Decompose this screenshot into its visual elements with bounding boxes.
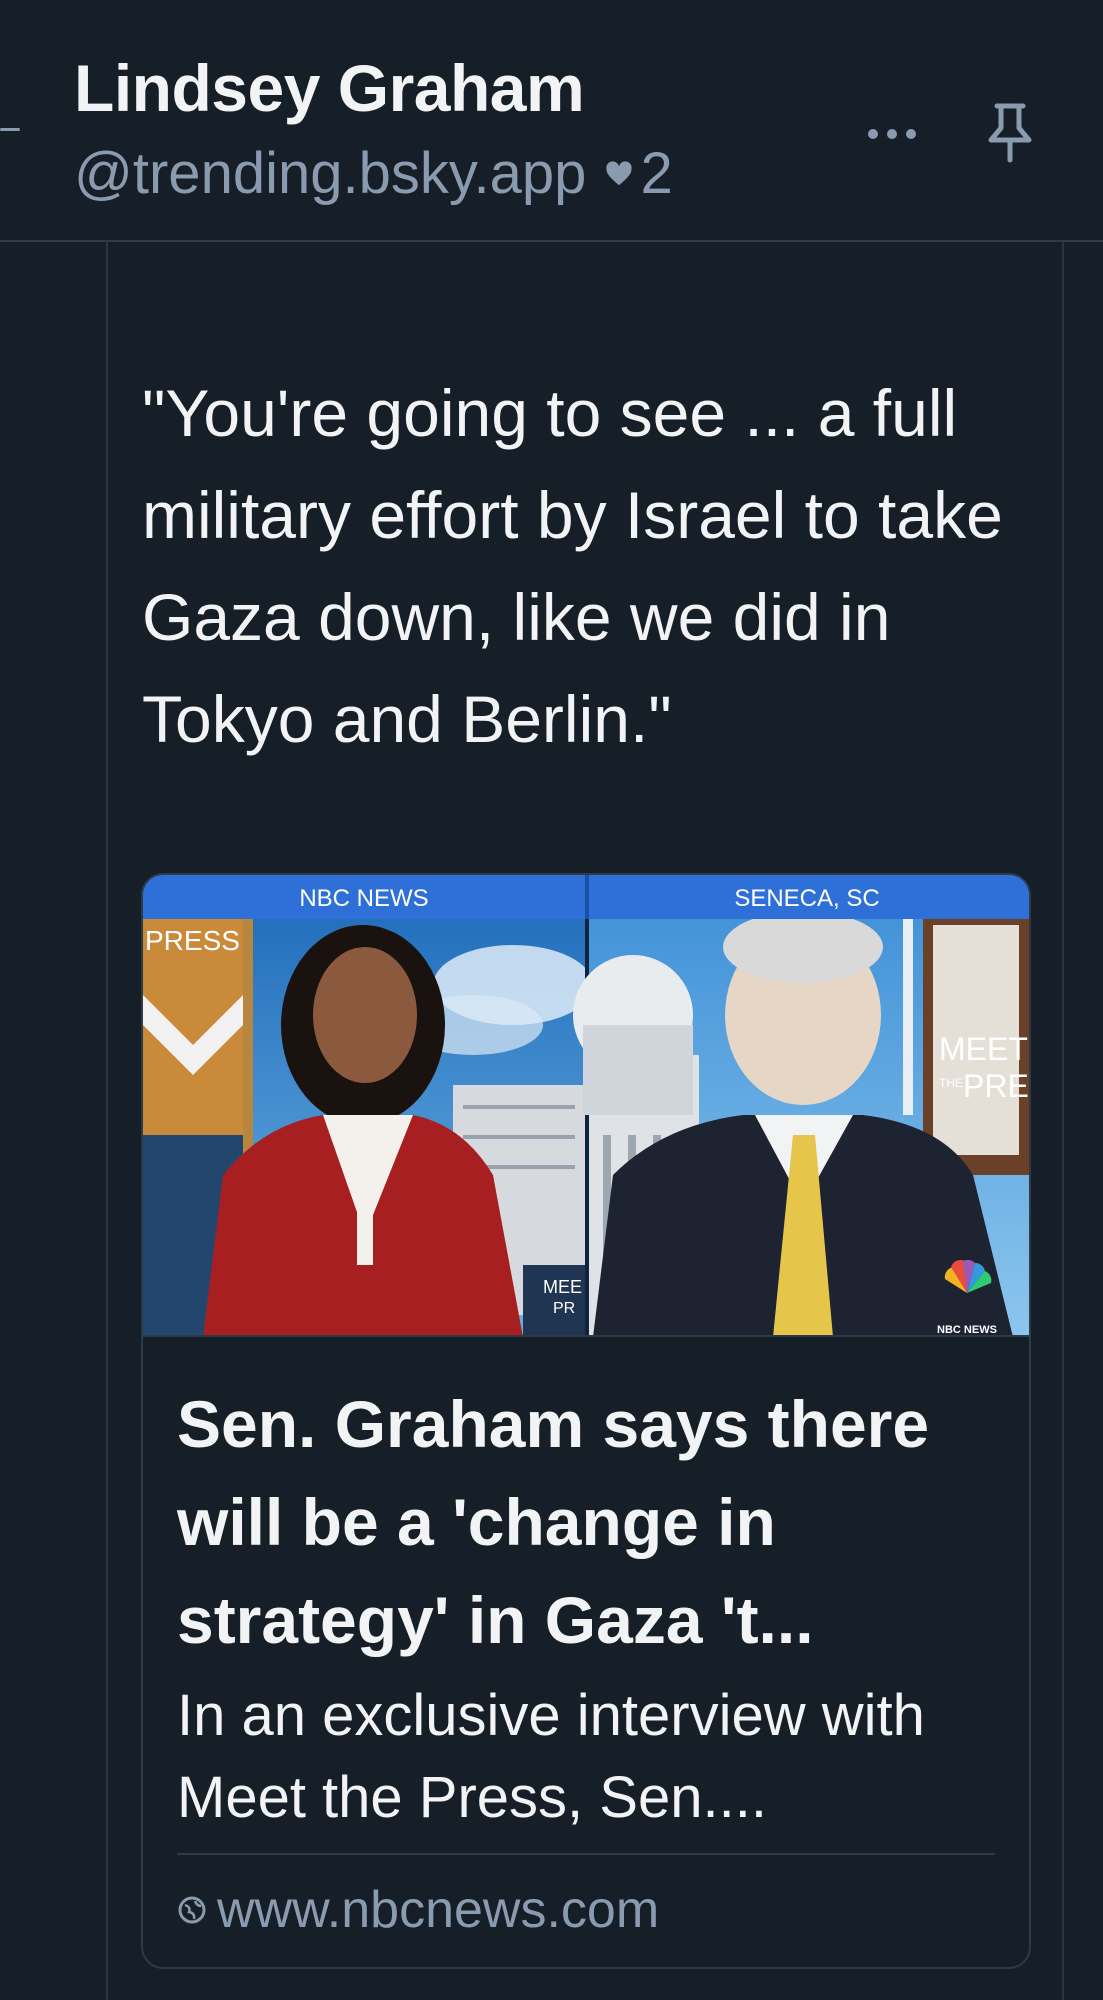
- feed-title: Lindsey Graham: [74, 51, 585, 125]
- link-thumbnail: PRESS MEE PR MEET THE PRE NBC NEWS NBC N…: [143, 875, 1029, 1337]
- nbc-corner-logo-text: NBC NEWS: [937, 1324, 997, 1336]
- meet-logo-bottom: PRE: [963, 1068, 1029, 1104]
- screen: Lindsey Graham @trending.bsky.app 2 "You…: [0, 0, 1103, 2000]
- studio-press-logo: PRESS: [145, 925, 240, 956]
- feed-header: Lindsey Graham @trending.bsky.app 2: [0, 0, 1103, 242]
- ellipsis-icon: [868, 129, 916, 139]
- feed-handle[interactable]: @trending.bsky.app: [74, 140, 586, 207]
- back-button[interactable]: [0, 128, 20, 131]
- pin-icon: [988, 103, 1032, 163]
- link-domain-row: www.nbcnews.com: [177, 1875, 659, 1945]
- left-banner: NBC NEWS: [299, 885, 428, 912]
- right-banner: SENECA, SC: [734, 885, 879, 912]
- link-title: Sen. Graham says there will be a 'change…: [177, 1387, 930, 1657]
- heart-icon: [606, 160, 633, 185]
- link-domain: www.nbcnews.com: [217, 1881, 660, 1939]
- link-preview-card[interactable]: PRESS MEE PR MEET THE PRE NBC NEWS NBC N…: [141, 873, 1031, 1969]
- feed-subtitle: @trending.bsky.app 2: [74, 140, 673, 207]
- link-card-divider: [177, 1853, 995, 1855]
- post-text: "You're going to see ... a full military…: [142, 376, 1003, 756]
- lower-screen-text-top: MEE: [543, 1277, 582, 1297]
- globe-icon: [178, 1896, 206, 1924]
- more-options-button[interactable]: [860, 106, 924, 162]
- pin-feed-button[interactable]: [978, 98, 1042, 168]
- meet-logo-small: THE: [939, 1076, 963, 1090]
- like-count: 2: [640, 141, 673, 206]
- link-description: In an exclusive interview with Meet the …: [177, 1683, 925, 1830]
- lower-screen-text-bottom: PR: [553, 1300, 575, 1317]
- meet-logo-top: MEET: [939, 1031, 1028, 1067]
